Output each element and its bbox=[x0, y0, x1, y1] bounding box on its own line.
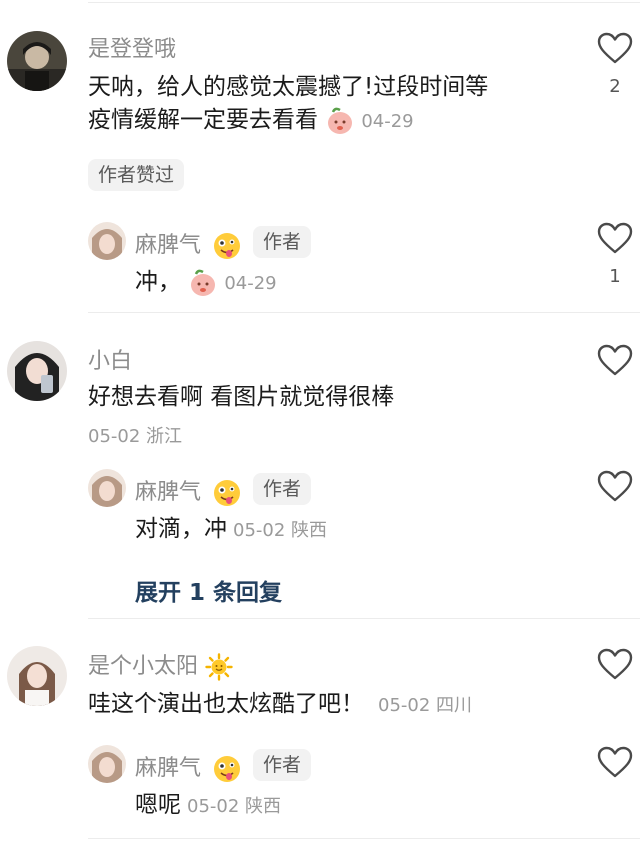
avatar[interactable] bbox=[88, 469, 126, 507]
comment-text: 哇这个演出也太炫酷了吧！ 05-02 四川 bbox=[88, 688, 472, 722]
like-button[interactable] bbox=[597, 746, 633, 778]
tongue-face-emoji-icon bbox=[212, 754, 242, 784]
author-liked-badge: 作者赞过 bbox=[88, 159, 185, 191]
expand-replies-link[interactable]: 展开 1 条回复 bbox=[135, 573, 282, 607]
author-badge: 作者 bbox=[253, 473, 312, 505]
heart-outline-icon bbox=[597, 222, 633, 254]
like-count: 2 bbox=[609, 76, 621, 97]
like-button[interactable] bbox=[597, 470, 633, 502]
like-button[interactable] bbox=[597, 344, 633, 376]
heart-outline-icon bbox=[597, 32, 633, 64]
reply-text-content: 对滴，冲 bbox=[135, 516, 227, 542]
like-count: 1 bbox=[609, 266, 621, 287]
reply-date-location: 05-02 陕西 bbox=[187, 796, 282, 817]
like-button[interactable] bbox=[597, 222, 633, 254]
comment-divider bbox=[88, 618, 640, 619]
tongue-face-emoji-icon bbox=[212, 231, 242, 261]
reply-text-content: 冲， bbox=[135, 269, 181, 295]
reply-text: 嗯呢 05-02 陕西 bbox=[135, 789, 281, 823]
avatar[interactable] bbox=[88, 745, 126, 783]
reply-text: 冲， 04-29 bbox=[135, 266, 277, 300]
tongue-face-emoji-icon bbox=[212, 478, 242, 508]
reply-username-text: 麻脾气 bbox=[135, 480, 202, 505]
like-button[interactable] bbox=[597, 32, 633, 64]
comment-username-text: 是个小太阳 bbox=[88, 654, 199, 679]
comment-date-location: 05-02 四川 bbox=[378, 695, 473, 716]
reply-username-text: 麻脾气 bbox=[135, 233, 202, 258]
reply-username[interactable]: 麻脾气 bbox=[135, 227, 242, 261]
top-divider bbox=[88, 2, 640, 3]
comment-username[interactable]: 是登登哦 bbox=[88, 31, 176, 63]
author-badge: 作者 bbox=[253, 226, 312, 258]
author-badge: 作者 bbox=[253, 749, 312, 781]
comment-divider bbox=[88, 312, 640, 313]
comment-username[interactable]: 小白 bbox=[88, 343, 132, 375]
avatar[interactable] bbox=[7, 646, 67, 706]
comment-date: 04-29 bbox=[361, 111, 414, 132]
comment-text: 好想去看啊 看图片就觉得很棒 bbox=[88, 384, 395, 410]
sun-emoji-icon bbox=[205, 653, 233, 681]
comment-text: 天呐，给人的感觉太震撼了!过段时间等 疫情缓解一定要去看看 04-29 bbox=[88, 71, 558, 138]
heart-outline-icon bbox=[597, 648, 633, 680]
heart-outline-icon bbox=[597, 746, 633, 778]
comment-text-line-2: 疫情缓解一定要去看看 04-29 bbox=[88, 104, 558, 138]
avatar[interactable] bbox=[88, 222, 126, 260]
comment-text-line: 天呐，给人的感觉太震撼了!过段时间等 bbox=[88, 74, 489, 100]
reply-date-location: 05-02 陕西 bbox=[233, 520, 328, 541]
comment-text-content: 哇这个演出也太炫酷了吧！ bbox=[88, 691, 364, 717]
like-button[interactable] bbox=[597, 648, 633, 680]
avatar[interactable] bbox=[7, 31, 67, 91]
reply-username[interactable]: 麻脾气 bbox=[135, 750, 242, 784]
heart-outline-icon bbox=[597, 470, 633, 502]
peach-emoji-icon bbox=[325, 106, 355, 136]
avatar[interactable] bbox=[7, 341, 67, 401]
reply-username[interactable]: 麻脾气 bbox=[135, 474, 242, 508]
comment-divider bbox=[88, 838, 640, 839]
comment-date-location: 05-02 浙江 bbox=[88, 426, 183, 447]
reply-username-text: 麻脾气 bbox=[135, 756, 202, 781]
heart-outline-icon bbox=[597, 344, 633, 376]
reply-text: 对滴，冲 05-02 陕西 bbox=[135, 513, 327, 547]
comment-text-line: 疫情缓解一定要去看看 bbox=[88, 107, 318, 133]
peach-emoji-icon bbox=[188, 268, 218, 298]
reply-date: 04-29 bbox=[224, 273, 277, 294]
comment-username[interactable]: 是个小太阳 bbox=[88, 648, 233, 681]
reply-text-content: 嗯呢 bbox=[135, 792, 181, 818]
